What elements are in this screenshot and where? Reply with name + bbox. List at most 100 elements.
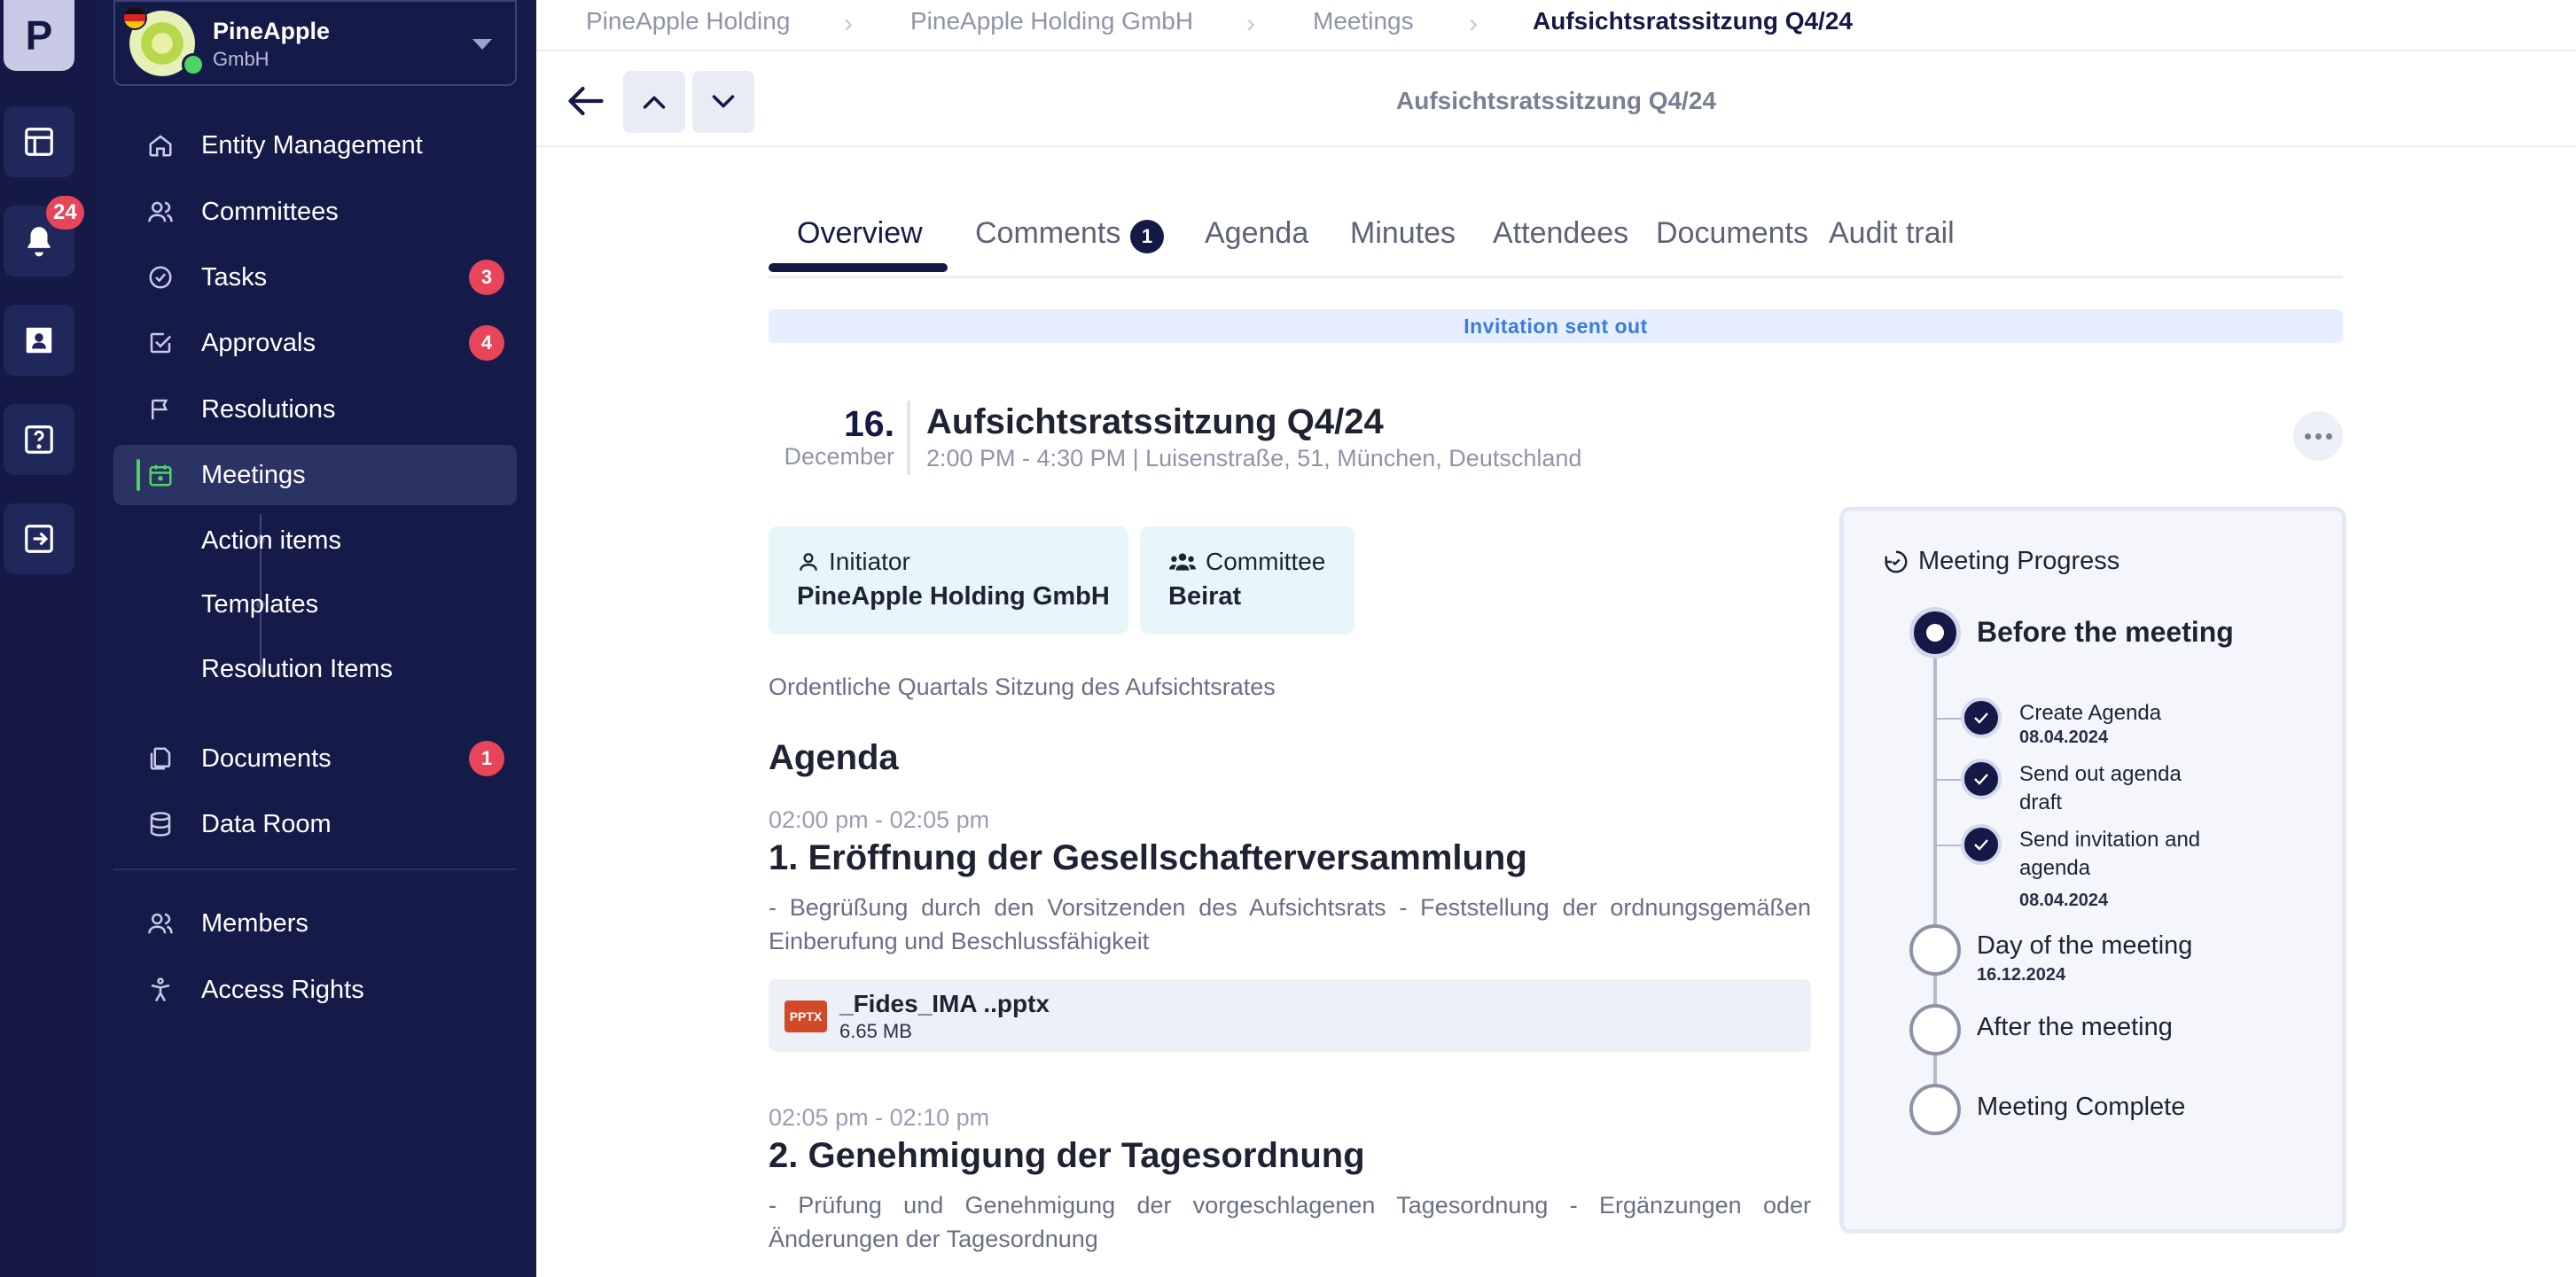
step-after-meeting-marker [1909, 1004, 1961, 1055]
sidebar-item-label: Templates [201, 589, 319, 619]
breadcrumb: PineApple Holding › PineApple Holding Gm… [536, 0, 2576, 46]
initiator-label: Initiator [829, 548, 910, 575]
layout-icon [25, 128, 53, 156]
icon-rail: P 24 [0, 0, 98, 1277]
agenda-item-time: 02:00 pm - 02:05 pm [769, 806, 990, 833]
sidebar-item-templates[interactable]: Templates [113, 574, 517, 635]
app-logo[interactable]: P [4, 0, 74, 71]
initiator-header: Initiator [797, 548, 910, 576]
germany-flag-icon [122, 5, 147, 30]
sidebar-item-action-items[interactable]: Action items [113, 510, 517, 571]
comments-count-badge: 1 [1130, 220, 1164, 253]
task-connector [1935, 718, 1962, 720]
sidebar-item-entity-management[interactable]: Entity Management [113, 115, 517, 175]
agenda-item-title[interactable]: 2. Genehmigung der Tagesordnung [769, 1136, 1365, 1176]
progress-clock-icon [1885, 550, 1908, 572]
tab-minutes[interactable]: Minutes [1350, 216, 1456, 251]
meeting-date-day: 16. [844, 403, 894, 444]
main-content: PineApple Holding › PineApple Holding Gm… [536, 0, 2576, 1277]
sidebar-item-label: Meetings [201, 460, 306, 489]
sidebar-item-label: Resolutions [201, 394, 336, 424]
sidebar-item-label: Documents [201, 744, 332, 773]
breadcrumb-current: Aufsichtsratssitzung Q4/24 [1533, 7, 1853, 35]
task-date: 08.04.2024 [2019, 728, 2109, 747]
contacts-rail-button[interactable] [4, 305, 74, 376]
agenda-heading: Agenda [769, 738, 899, 777]
chevron-right-icon: › [1469, 9, 1478, 38]
sidebar-item-tasks[interactable]: Tasks 3 [113, 247, 517, 308]
accessibility-icon [145, 975, 176, 1005]
help-rail-button[interactable] [4, 404, 74, 475]
meeting-title: Aufsichtsratssitzung Q4/24 [926, 402, 1384, 441]
step-day-of-meeting-label: Day of the meeting [1977, 931, 2193, 960]
attachment-name: _Fides_IMA ..pptx [839, 990, 1050, 1017]
tab-agenda[interactable]: Agenda [1205, 216, 1308, 251]
person-icon [800, 553, 817, 571]
dot [2325, 432, 2332, 440]
sidebar-divider [113, 868, 517, 870]
agenda-item-title[interactable]: 1. Eröffnung der Gesellschafterversammlu… [769, 838, 1527, 878]
check-square-icon [145, 328, 176, 358]
check-icon [1974, 774, 1988, 785]
tab-comments[interactable]: Comments [975, 216, 1120, 251]
tab-overview[interactable]: Overview [797, 216, 923, 251]
sidebar-item-documents[interactable]: Documents 1 [113, 728, 517, 789]
users-icon [145, 908, 176, 938]
breadcrumb-item[interactable]: PineApple Holding GmbH [910, 7, 1193, 35]
committee-value: Beirat [1168, 582, 1242, 611]
dashboard-rail-button[interactable] [4, 106, 74, 177]
check-circle-icon [145, 262, 176, 292]
sidebar-item-resolution-items[interactable]: Resolution Items [113, 639, 517, 699]
breadcrumb-item[interactable]: PineApple Holding [586, 7, 790, 35]
logout-rail-button[interactable] [4, 503, 74, 574]
tab-documents[interactable]: Documents [1656, 216, 1808, 251]
step-day-of-meeting-date: 16.12.2024 [1977, 965, 2066, 985]
tab-audit-trail[interactable]: Audit trail [1829, 216, 1955, 251]
sidebar-item-label: Members [201, 908, 308, 938]
status-banner: Invitation sent out [769, 309, 2343, 343]
breadcrumb-item[interactable]: Meetings [1313, 7, 1414, 35]
help-icon [25, 425, 53, 454]
tab-attendees[interactable]: Attendees [1493, 216, 1628, 251]
organization-name: PineApple [213, 18, 331, 44]
task-label: Send invitation and agenda [2019, 828, 2201, 880]
notifications-badge: 24 [46, 196, 84, 230]
sidebar-item-members[interactable]: Members [113, 893, 517, 954]
agenda-item-description: - Prüfung und Genehmigung der vorgeschla… [769, 1192, 1811, 1252]
step-meeting-complete-marker [1909, 1084, 1961, 1135]
initiator-value: PineApple Holding GmbH [797, 582, 1110, 611]
sidebar-item-access-rights[interactable]: Access Rights [113, 960, 517, 1020]
sidebar-item-label: Access Rights [201, 975, 364, 1004]
group-icon [1169, 553, 1196, 571]
logout-icon [25, 525, 53, 553]
sidebar-item-resolutions[interactable]: Resolutions [113, 379, 517, 440]
approvals-count-badge: 4 [469, 325, 504, 361]
bell-icon [27, 227, 51, 257]
meeting-description: Ordentliche Quartals Sitzung des Aufsich… [769, 674, 1276, 700]
sidebar-item-label: Data Room [201, 809, 332, 838]
committee-header: Committee [1168, 548, 1325, 576]
step-meeting-complete-label: Meeting Complete [1977, 1093, 2186, 1121]
chevron-right-icon: › [1246, 9, 1255, 38]
organization-switcher[interactable]: PineApple GmbH [113, 0, 517, 86]
sidebar-item-approvals[interactable]: Approvals 4 [113, 313, 517, 373]
page-title: Aufsichtsratssitzung Q4/24 [1396, 87, 1716, 114]
attachment-file[interactable]: PPTX _Fides_IMA ..pptx 6.65 MB [769, 979, 1811, 1052]
online-status-dot [182, 53, 205, 76]
meeting-time-location: 2:00 PM - 4:30 PM | Luisenstraße, 51, Mü… [926, 445, 1582, 471]
meeting-progress-title: Meeting Progress [1918, 547, 2120, 575]
flag-icon [145, 394, 176, 424]
sidebar-item-meetings[interactable]: Meetings [113, 445, 517, 505]
home-icon [145, 130, 176, 160]
sidebar-item-committees[interactable]: Committees [113, 182, 517, 242]
chevron-down-icon [472, 39, 492, 50]
meeting-progress-panel: Meeting Progress Before the meeting Crea… [1839, 507, 2346, 1234]
page-toolbar: Aufsichtsratssitzung Q4/24 [536, 50, 2576, 147]
committee-card: Committee Beirat [1140, 526, 1354, 635]
more-options-button[interactable] [2293, 411, 2343, 461]
task-done-check [1961, 824, 2002, 865]
sidebar-item-data-room[interactable]: Data Room [113, 794, 517, 854]
active-tab-indicator [769, 263, 948, 272]
sidebar-item-label: Tasks [201, 262, 268, 292]
date-divider [907, 401, 910, 475]
